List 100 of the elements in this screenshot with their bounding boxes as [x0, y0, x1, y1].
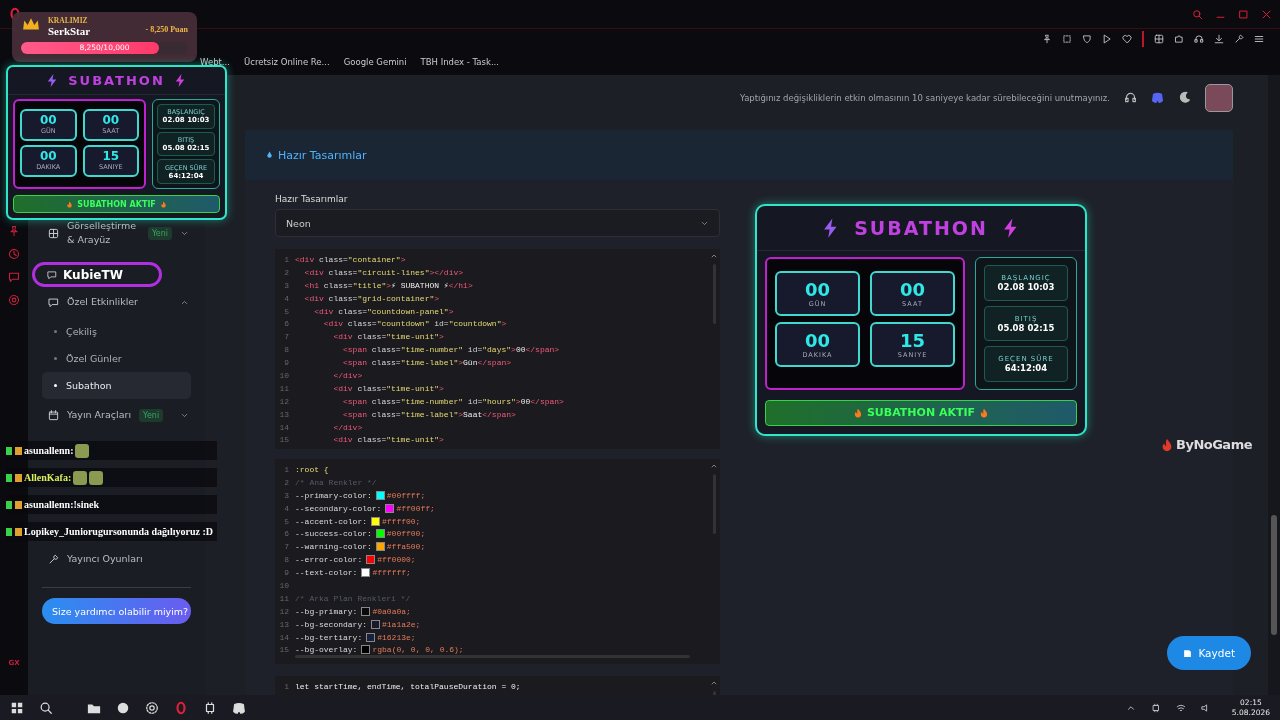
color-swatch[interactable]	[385, 503, 395, 513]
moon-icon[interactable]	[1178, 91, 1191, 104]
color-swatch[interactable]	[375, 490, 385, 500]
avatar[interactable]	[1205, 83, 1233, 112]
wifi-icon[interactable]	[1175, 702, 1186, 713]
line-number: 7	[283, 332, 289, 342]
line-number: 12	[278, 606, 289, 616]
sponsor-logo-text: ByNoGame	[1176, 437, 1252, 452]
code-line: <div class="countdown-panel">	[313, 306, 454, 316]
windows-icon[interactable]	[10, 700, 24, 715]
line-number: 6	[283, 529, 289, 539]
line-number: 14	[278, 422, 289, 432]
code-value: rgba(0, 0, 0, 0.6);	[372, 645, 464, 655]
search-icon[interactable]	[39, 700, 53, 715]
ring-icon[interactable]	[174, 700, 188, 715]
controller-icon[interactable]	[232, 700, 246, 715]
scrollbar-thumb[interactable]	[1271, 515, 1277, 635]
floppy-icon	[1183, 648, 1193, 658]
code-line: <div class="time-unit">	[332, 332, 444, 342]
line-number: 13	[278, 619, 289, 629]
crop-icon[interactable]	[1062, 33, 1072, 44]
flame-icon	[852, 407, 863, 418]
chip-icon[interactable]	[203, 700, 217, 715]
code-line: --warning-color:	[295, 542, 372, 552]
color-swatch[interactable]	[371, 619, 380, 629]
bookmark[interactable]: Ücretsiz Online Re...	[244, 56, 330, 67]
color-swatch[interactable]	[361, 606, 371, 616]
code-value: #16213e;	[377, 632, 416, 642]
sidebar-subitem[interactable]: Subathon	[42, 372, 191, 399]
css-code-editor[interactable]	[275, 459, 720, 664]
chat-username: asunallenn:	[24, 445, 74, 456]
color-swatch[interactable]	[361, 568, 371, 578]
droplet-icon	[265, 150, 274, 160]
maximize-icon[interactable]	[1238, 8, 1249, 20]
code-value: #ffffff;	[372, 568, 411, 578]
time-number: 00	[804, 279, 831, 300]
code-line: --success-color:	[295, 529, 372, 539]
heart-icon[interactable]	[1122, 33, 1132, 44]
headset-icon[interactable]	[1124, 91, 1137, 104]
help-button[interactable]: Size yardımcı olabilir miyim?	[42, 598, 191, 624]
new-badge: Yeni	[139, 408, 164, 422]
headset-icon[interactable]	[1194, 33, 1204, 44]
close-icon[interactable]	[1261, 8, 1272, 20]
color-swatch[interactable]	[375, 529, 385, 539]
menu-icon[interactable]	[1254, 33, 1264, 44]
line-number: 10	[278, 370, 289, 380]
code-value: #1a1a2e;	[382, 619, 421, 629]
field-label: Hazır Tasarımlar	[275, 194, 349, 204]
time-number: 00	[39, 114, 57, 128]
code-line: --accent-color:	[295, 516, 367, 526]
design-select[interactable]: Neon	[275, 209, 720, 237]
bookmark[interactable]: Google Gemini	[343, 56, 407, 67]
sidebar-item[interactable]: Yayıncı Oyunları	[42, 543, 191, 575]
bookmark[interactable]: Webt...	[200, 56, 230, 67]
code-comment: /* Arka Plan Renkleri */	[295, 593, 411, 603]
color-swatch[interactable]	[371, 516, 380, 526]
grid-icon[interactable]	[1154, 33, 1164, 44]
line-number: 7	[283, 542, 289, 552]
chat-text: sonunda dağılıyoruz :D	[112, 526, 213, 537]
color-swatch[interactable]	[375, 542, 385, 552]
flame-icon	[979, 407, 990, 418]
code-line: <div class="time-unit">	[332, 435, 444, 445]
play-icon[interactable]	[1102, 33, 1112, 44]
sidebar-item[interactable]: Görselleştirme & Arayüz Yeni	[42, 216, 191, 250]
code-line: --text-color:	[295, 568, 358, 578]
time-number: 00	[102, 114, 120, 128]
code-value: #00ffff;	[386, 490, 426, 500]
sidebar-subitem[interactable]: Çekiliş	[42, 318, 191, 345]
wrench-icon[interactable]	[1234, 33, 1244, 44]
code-line: --primary-color:	[295, 490, 372, 500]
color-swatch[interactable]	[366, 632, 376, 642]
sidebar-item[interactable]: Yayın Araçları Yeni	[42, 399, 191, 431]
html-code-editor[interactable]	[275, 249, 720, 449]
shield-icon[interactable]	[1082, 33, 1092, 44]
flame-icon	[159, 200, 167, 208]
download-icon[interactable]	[1214, 33, 1224, 44]
code-line: --bg-secondary:	[295, 619, 367, 629]
line-number: 8	[283, 555, 289, 565]
save-button[interactable]: Kaydet	[1167, 636, 1251, 670]
chip-icon[interactable]	[1150, 702, 1161, 713]
line-number: 10	[278, 580, 289, 590]
panel-title: Hazır Tasarımlar	[278, 148, 367, 162]
puzzle-icon[interactable]	[1174, 33, 1184, 44]
chat-icon	[47, 269, 57, 280]
leader-points: - 8,250 Puan	[145, 24, 188, 34]
code-line: <h1 class="title">⚡ SUBATHON ⚡</h1>	[303, 280, 473, 290]
pin-icon[interactable]	[1042, 33, 1052, 44]
caret-up-icon	[710, 679, 718, 687]
status-text: SUBATHON AKTIF	[77, 199, 156, 209]
color-swatch[interactable]	[366, 555, 376, 565]
pin-icon[interactable]	[8, 225, 20, 237]
code-value: #00ff00;	[386, 529, 426, 539]
clock-icon[interactable]	[8, 248, 20, 260]
chat-icon[interactable]	[8, 271, 20, 283]
sidebar-item[interactable]: Özel Etkinlikler	[42, 286, 191, 318]
emote-image	[75, 443, 90, 458]
notice-text: Yaptığınız değişikliklerin etkin olmasının 10 saniyeye kadar sürebileceğini unutmayınız.	[740, 92, 1110, 103]
bookmark[interactable]: TBH Index - Task...	[420, 56, 500, 67]
sidebar-subitem[interactable]: Özel Günler	[42, 345, 191, 372]
color-swatch[interactable]	[361, 645, 371, 655]
